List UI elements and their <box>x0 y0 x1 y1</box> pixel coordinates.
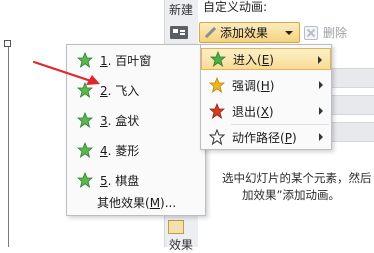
item-label: 退出( <box>232 104 261 119</box>
selection-handle[interactable] <box>4 40 11 47</box>
item-label: . 盒状 <box>107 113 140 128</box>
item-number: 3 <box>100 113 108 128</box>
new-slide-icon[interactable] <box>170 26 188 39</box>
effect-type-menu: 进入(E) 强调(H) 退出(X) 动作路径(P) <box>200 44 332 150</box>
item-label: 进入( <box>233 52 262 67</box>
tab-effects-label[interactable]: 效果 <box>164 236 198 253</box>
more-label: 其他效果( <box>97 195 150 210</box>
green-star-icon <box>210 51 226 67</box>
tab-new-label[interactable]: 新建 <box>164 1 198 18</box>
menu-item-diamond[interactable]: 4. 菱形 <box>67 139 205 161</box>
more-access-key: M <box>149 195 161 210</box>
pane-title: 自定义动画: <box>203 0 268 14</box>
item-label-tail: ) <box>269 52 274 67</box>
hint-line-1: 选中幻灯片的某个元素，然后 <box>222 171 372 185</box>
item-label: . 棋盘 <box>107 173 140 188</box>
submenu-arrow-icon <box>318 56 322 64</box>
submenu-arrow-icon <box>319 133 323 141</box>
submenu-arrow-icon <box>319 107 323 115</box>
item-number: 4 <box>100 143 108 158</box>
entrance-star-icon <box>77 112 93 128</box>
menu-item-entrance[interactable]: 进入(E) <box>201 48 331 70</box>
item-label: 动作路径( <box>232 130 285 145</box>
item-label-tail: ) <box>291 130 297 145</box>
item-label: . 菱形 <box>107 143 140 158</box>
delete-button[interactable]: 删除 <box>304 22 362 43</box>
menu-separator <box>231 124 329 125</box>
red-star-icon <box>209 103 225 119</box>
add-effect-button[interactable]: 添加效果 <box>199 22 300 43</box>
yellow-star-icon <box>209 77 225 93</box>
item-label-tail: ) <box>268 104 274 119</box>
entrance-star-icon <box>77 142 93 158</box>
annotation-arrow-icon <box>32 60 100 85</box>
pencil-icon <box>204 27 216 39</box>
item-label-tail: ) <box>269 78 275 93</box>
menu-item-box[interactable]: 3. 盒状 <box>67 109 205 131</box>
add-effect-label: 添加效果 <box>220 26 269 40</box>
hint-line-2: 加效果”添加动画。 <box>242 188 340 202</box>
more-label-tail: )... <box>160 195 177 210</box>
item-label: 强调( <box>232 78 261 93</box>
access-key: P <box>284 130 292 145</box>
access-key: H <box>260 78 270 93</box>
chevron-down-icon <box>285 31 293 35</box>
entrance-star-icon <box>77 172 93 188</box>
menu-item-more-effects[interactable]: 其他效果(M)... <box>67 191 205 213</box>
outline-star-icon <box>209 129 225 145</box>
submenu-arrow-icon <box>319 81 323 89</box>
menu-item-exit[interactable]: 退出(X) <box>201 100 331 122</box>
item-number: 5 <box>100 173 108 188</box>
pane-hint-text: 选中幻灯片的某个元素，然后 加效果”添加动画。 <box>222 170 374 204</box>
delete-icon <box>304 25 318 40</box>
delete-label: 删除 <box>323 26 348 40</box>
menu-item-emphasis[interactable]: 强调(H) <box>201 74 331 96</box>
menu-item-checkerboard[interactable]: 5. 棋盘 <box>67 169 205 191</box>
menu-item-motion-path[interactable]: 动作路径(P) <box>201 126 331 148</box>
effects-tab-icon[interactable] <box>168 220 184 234</box>
selection-border <box>8 40 9 247</box>
access-key: X <box>260 104 269 119</box>
